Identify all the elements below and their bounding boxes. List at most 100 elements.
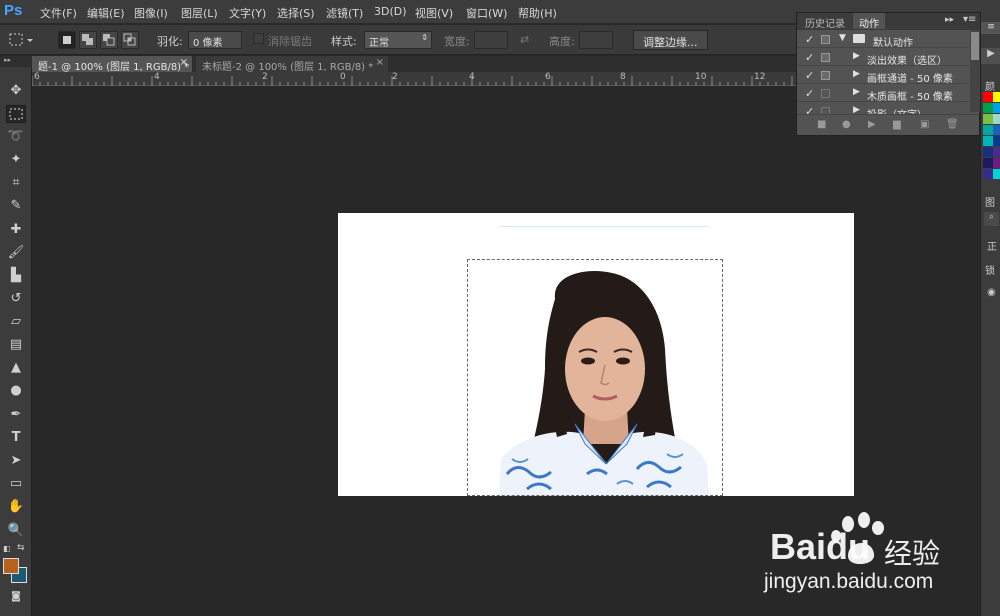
pen-tool-icon[interactable]: ✒ xyxy=(6,406,26,424)
rectangular-marquee-tool-icon[interactable] xyxy=(6,105,26,123)
swap-icon[interactable]: ⇄ xyxy=(520,33,529,46)
play-icon[interactable]: ▶ xyxy=(868,119,878,130)
swatch[interactable] xyxy=(983,147,993,157)
swatch[interactable] xyxy=(993,169,1000,179)
trash-icon[interactable]: 🗑 xyxy=(946,119,959,130)
menu-file[interactable]: 文件(F) xyxy=(40,5,77,21)
hand-tool-icon[interactable]: ✋ xyxy=(6,498,26,516)
menu-filter[interactable]: 滤镜(T) xyxy=(326,5,363,21)
width-input[interactable] xyxy=(474,31,508,49)
scrollbar-thumb[interactable] xyxy=(971,32,979,60)
zoom-tool-icon[interactable]: 🔍 xyxy=(6,522,26,540)
new-action-icon[interactable]: ▣ xyxy=(920,119,930,130)
crop-tool-icon[interactable]: ⌗ xyxy=(6,174,26,192)
new-set-icon[interactable]: ▆ xyxy=(893,119,903,130)
check-icon[interactable]: ✓ xyxy=(805,51,814,64)
intersect-selection-button[interactable] xyxy=(121,31,139,49)
strip-collapse-icon[interactable]: ≡ xyxy=(981,22,1000,34)
menu-type[interactable]: 文字(Y) xyxy=(229,5,266,21)
close-icon[interactable]: × xyxy=(180,57,188,68)
swatch[interactable] xyxy=(993,114,1000,124)
dialog-toggle-icon[interactable] xyxy=(821,71,830,80)
blend-mode-label[interactable]: 正 xyxy=(987,238,997,253)
tab-history[interactable]: 历史记录 xyxy=(799,13,851,30)
tab-actions[interactable]: 动作 xyxy=(853,13,885,30)
history-brush-tool-icon[interactable]: ↺ xyxy=(6,290,26,308)
collapse-arrows-icon[interactable]: ▸▸ xyxy=(0,56,32,67)
healing-brush-tool-icon[interactable]: ✚ xyxy=(6,221,26,239)
menu-window[interactable]: 窗口(W) xyxy=(466,5,507,21)
swatch[interactable] xyxy=(983,125,993,135)
blur-tool-icon[interactable]: ▲ xyxy=(6,359,26,377)
height-input[interactable] xyxy=(579,31,613,49)
swatch[interactable] xyxy=(983,92,993,102)
chevron-right-icon[interactable]: ▶ xyxy=(853,87,860,97)
swatch[interactable] xyxy=(993,92,1000,102)
eraser-tool-icon[interactable]: ▱ xyxy=(6,313,26,331)
layers-panel-label[interactable]: 图 xyxy=(985,194,995,209)
swatch[interactable] xyxy=(993,125,1000,135)
panel-collapse-icon[interactable]: ▸▸ xyxy=(945,15,954,25)
antialias-checkbox[interactable] xyxy=(253,33,264,44)
quick-mask-icon[interactable]: ◙ xyxy=(6,588,26,606)
dodge-tool-icon[interactable]: ● xyxy=(6,382,26,400)
panel-scrollbar[interactable] xyxy=(970,30,980,112)
eyedropper-tool-icon[interactable]: ✎ xyxy=(6,197,26,215)
type-tool-icon[interactable]: T xyxy=(6,429,26,447)
chevron-right-icon[interactable]: ▶ xyxy=(853,51,860,61)
menu-layer[interactable]: 图层(L) xyxy=(181,5,218,21)
action-item[interactable]: ✓ ▶ 画框通道 - 50 像素 xyxy=(797,67,969,85)
refine-edge-button[interactable]: 调整边缘... xyxy=(633,30,708,50)
dialog-toggle-icon[interactable] xyxy=(821,89,830,98)
menu-image[interactable]: 图像(I) xyxy=(134,5,168,21)
subtract-selection-button[interactable] xyxy=(100,31,118,49)
marquee-preset-picker[interactable] xyxy=(6,31,36,49)
swatch[interactable] xyxy=(993,147,1000,157)
gradient-tool-icon[interactable]: ▤ xyxy=(6,336,26,354)
record-icon[interactable]: ● xyxy=(842,119,852,130)
move-tool-icon[interactable]: ✥ xyxy=(6,82,26,100)
chevron-right-icon[interactable]: ▶ xyxy=(853,69,860,79)
marquee-selection[interactable] xyxy=(467,259,723,496)
new-selection-button[interactable] xyxy=(58,31,76,49)
check-icon[interactable]: ✓ xyxy=(805,33,814,46)
swatch[interactable] xyxy=(983,114,993,124)
check-icon[interactable]: ✓ xyxy=(805,87,814,100)
swatch[interactable] xyxy=(983,103,993,113)
swatch[interactable] xyxy=(993,136,1000,146)
menu-select[interactable]: 选择(S) xyxy=(277,5,315,21)
swatches-panel-icon[interactable]: 颜 xyxy=(985,78,995,93)
eye-icon[interactable]: ◉ xyxy=(987,287,996,298)
dialog-toggle-icon[interactable] xyxy=(821,53,830,62)
tab-document-1[interactable]: 题-1 @ 100% (图层 1, RGB/8) * × xyxy=(32,56,192,73)
tab-document-2[interactable]: 未标题-2 @ 100% (图层 1, RGB/8) * × xyxy=(196,56,388,73)
path-selection-tool-icon[interactable]: ➤ xyxy=(6,452,26,470)
lasso-tool-icon[interactable]: ➰ xyxy=(6,128,26,146)
brush-tool-icon[interactable]: 🖌 xyxy=(6,244,26,262)
close-icon[interactable]: × xyxy=(376,57,384,68)
menu-edit[interactable]: 编辑(E) xyxy=(87,5,125,21)
foreground-color-swatch[interactable] xyxy=(3,558,19,574)
swatch[interactable] xyxy=(983,158,993,168)
style-select[interactable]: 正常 ⇕ xyxy=(364,31,432,49)
quick-selection-tool-icon[interactable]: ✦ xyxy=(6,151,26,169)
search-icon[interactable]: ⌕ xyxy=(984,212,999,226)
panel-menu-icon[interactable]: ▾≡ xyxy=(963,14,976,25)
swatch[interactable] xyxy=(993,103,1000,113)
add-selection-button[interactable] xyxy=(79,31,97,49)
dialog-toggle-icon[interactable] xyxy=(821,35,830,44)
menu-help[interactable]: 帮助(H) xyxy=(518,5,557,21)
menu-view[interactable]: 视图(V) xyxy=(415,5,453,21)
action-item[interactable]: ✓ ▶ 淡出效果（选区） xyxy=(797,49,969,67)
play-icon[interactable]: ▶ xyxy=(981,48,1000,64)
swatch[interactable] xyxy=(983,136,993,146)
stop-icon[interactable]: ■ xyxy=(817,119,827,130)
swatch[interactable] xyxy=(983,169,993,179)
action-item[interactable]: ✓ ▶ 木质画框 - 50 像素 xyxy=(797,85,969,103)
feather-input[interactable]: 0 像素 xyxy=(188,31,242,49)
rectangle-tool-icon[interactable]: ▭ xyxy=(6,475,26,493)
swatch[interactable] xyxy=(993,158,1000,168)
swap-colors-icon[interactable]: ⇆ xyxy=(17,543,27,553)
check-icon[interactable]: ✓ xyxy=(805,69,814,82)
default-colors-icon[interactable]: ◧ xyxy=(3,544,13,554)
